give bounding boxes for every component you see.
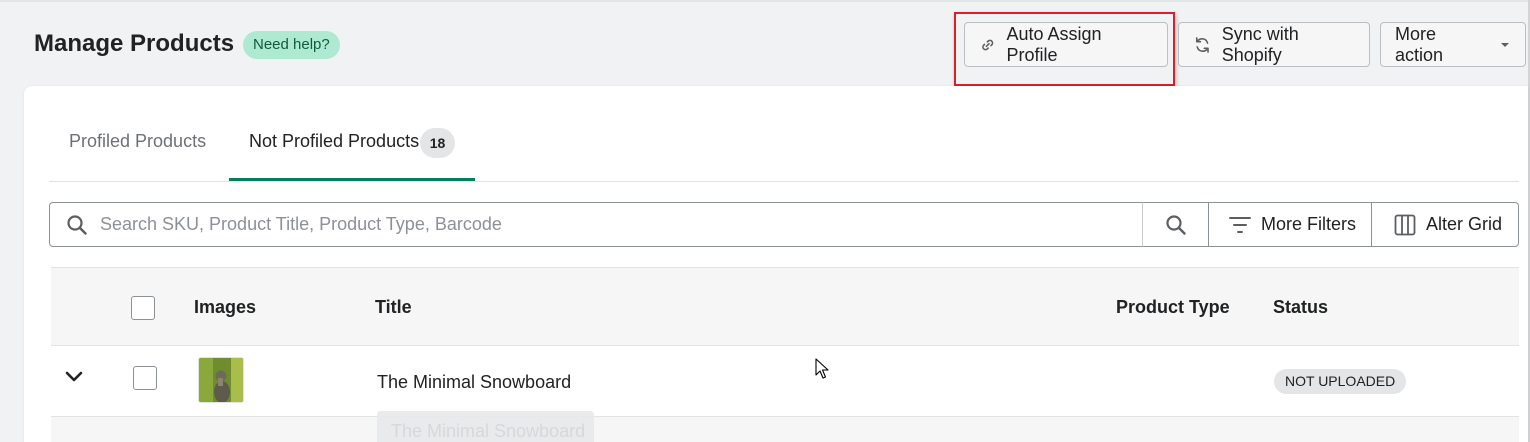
not-profiled-count-badge: 18 — [420, 128, 455, 158]
caret-down-icon — [1501, 42, 1509, 47]
refresh-icon — [1195, 36, 1209, 53]
tabs-divider — [49, 181, 1519, 182]
table-row — [51, 417, 1519, 442]
highlight-annotation — [954, 12, 1175, 86]
search-field[interactable] — [49, 202, 1143, 247]
need-help-badge[interactable]: Need help? — [243, 31, 340, 59]
search-input[interactable] — [100, 203, 1130, 246]
column-header-images[interactable]: Images — [194, 297, 256, 318]
alter-grid-button[interactable]: Alter Grid — [1371, 202, 1519, 247]
product-title[interactable]: The Minimal Snowboard — [377, 372, 571, 393]
column-header-product-type[interactable]: Product Type — [1116, 297, 1230, 318]
top-border — [0, 0, 1530, 2]
sync-with-shopify-button[interactable]: Sync with Shopify — [1178, 22, 1370, 67]
search-button[interactable] — [1142, 202, 1209, 247]
column-header-status[interactable]: Status — [1273, 297, 1328, 318]
page-title: Manage Products — [34, 30, 235, 57]
more-filters-button[interactable]: More Filters — [1208, 202, 1372, 247]
search-icon — [67, 215, 87, 235]
status-badge: NOT UPLOADED — [1274, 369, 1407, 394]
chevron-down-icon[interactable] — [64, 370, 84, 384]
product-thumbnail — [198, 357, 244, 403]
select-all-checkbox[interactable] — [131, 296, 155, 320]
more-action-button[interactable]: More action — [1380, 22, 1526, 67]
filter-icon — [1229, 216, 1251, 233]
search-icon — [1165, 214, 1186, 235]
more-action-label: More action — [1395, 23, 1444, 65]
sync-with-shopify-label: Sync with Shopify — [1221, 23, 1299, 65]
tab-not-profiled-products[interactable]: Not Profiled Products — [249, 131, 419, 152]
tab-profiled-products[interactable]: Profiled Products — [69, 131, 206, 152]
drag-preview: The Minimal Snowboard — [377, 411, 594, 442]
alter-grid-label: Alter Grid — [1426, 214, 1503, 234]
more-filters-label: More Filters — [1261, 214, 1357, 234]
columns-icon — [1394, 214, 1416, 235]
row-select-checkbox[interactable] — [133, 366, 157, 390]
column-header-title[interactable]: Title — [375, 297, 412, 318]
mouse-cursor-icon — [815, 358, 829, 379]
